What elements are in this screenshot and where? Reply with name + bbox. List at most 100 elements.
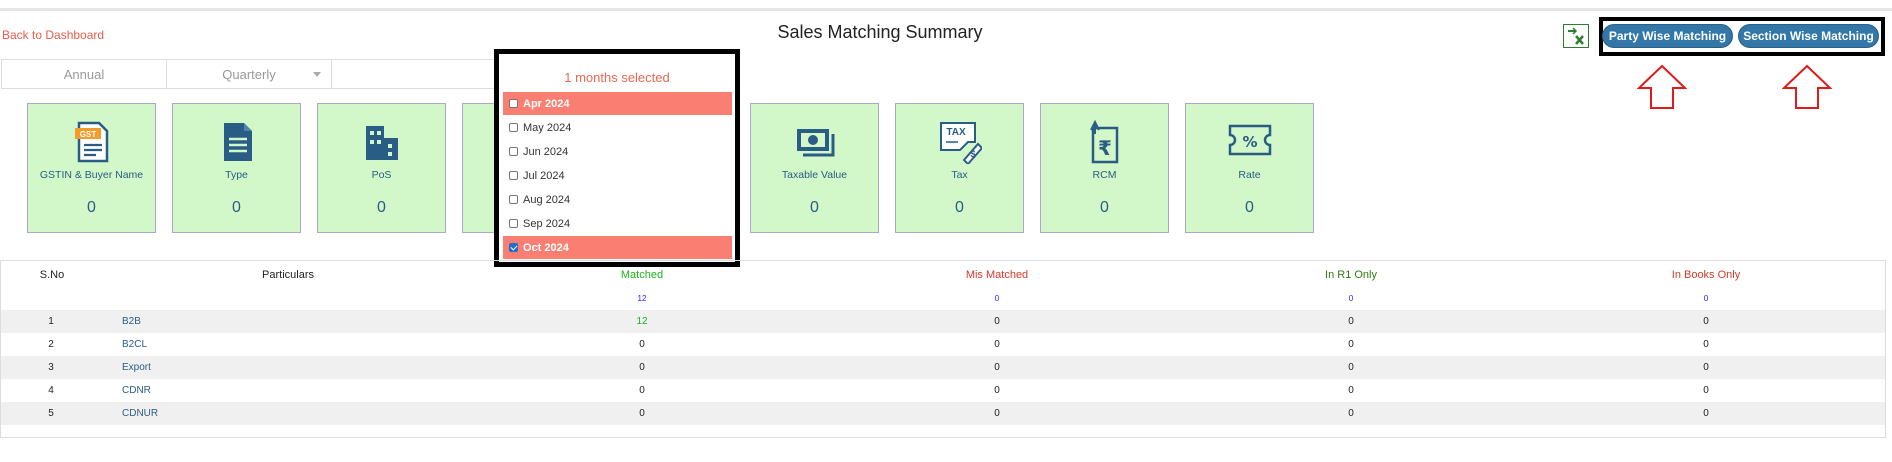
top-divider	[0, 8, 1892, 11]
card-label: Taxable Value	[781, 169, 848, 181]
cell-sno: 1	[48, 316, 54, 327]
cell-mismatched: 0	[994, 362, 1000, 373]
cell-matched[interactable]: 12	[636, 316, 647, 327]
card-rate[interactable]: % Rate 0	[1185, 103, 1314, 233]
month-picker-summary: 1 months selected	[564, 70, 670, 85]
section-wise-matching-button[interactable]: Section Wise Matching	[1738, 24, 1879, 48]
header-r1-only: In R1 Only	[1325, 269, 1377, 281]
month-option[interactable]: Apr 2024	[503, 92, 732, 115]
card-rcm[interactable]: ₹ RCM 0	[1040, 103, 1169, 233]
back-to-dashboard-link[interactable]: Back to Dashboard	[2, 28, 104, 42]
party-wise-matching-button[interactable]: Party Wise Matching	[1602, 24, 1733, 48]
month-option[interactable]: May 2024	[503, 116, 732, 139]
cell-particular-link[interactable]: B2B	[122, 316, 141, 327]
month-option-label: Jun 2024	[523, 145, 569, 158]
period-tabs: Annual Quarterly	[1, 59, 497, 89]
tab-quarterly-label: Quarterly	[222, 66, 276, 82]
cell-books-only: 0	[1703, 339, 1709, 350]
cell-particular-link[interactable]: CDNR	[122, 385, 151, 396]
cell-sno: 4	[48, 385, 54, 396]
card-label: Type	[225, 169, 248, 181]
cell-matched: 0	[639, 339, 645, 350]
month-option[interactable]: Jul 2024	[503, 164, 732, 187]
cell-mismatched: 0	[994, 385, 1000, 396]
excel-export-button[interactable]	[1563, 24, 1589, 48]
header-mismatched: Mis Matched	[965, 269, 1029, 281]
card-value: 0	[1100, 199, 1109, 216]
checkbox[interactable]	[509, 147, 518, 156]
card-pos[interactable]: PoS 0	[317, 103, 446, 233]
card-label: Rate	[1238, 169, 1261, 181]
card-label: RCM	[1092, 169, 1117, 181]
month-option[interactable]: Sep 2024	[503, 212, 732, 235]
arrow-up-icon	[1782, 64, 1832, 109]
card-gstin-buyer[interactable]: GST GSTIN & Buyer Name 0	[27, 103, 156, 233]
checkbox-checked[interactable]	[509, 243, 518, 252]
month-picker-dropdown[interactable]: 1 months selected Apr 2024 May 2024 Jun …	[494, 49, 740, 267]
checkbox[interactable]	[509, 195, 518, 204]
card-label: GSTIN & Buyer Name	[39, 169, 144, 181]
cell-r1-only: 0	[1348, 362, 1354, 373]
total-r1-only-link[interactable]: 0	[1349, 294, 1353, 303]
cell-sno: 5	[48, 408, 54, 419]
month-option[interactable]: Oct 2024	[503, 236, 732, 259]
cell-particular-link[interactable]: B2CL	[122, 339, 147, 350]
header-books-only: In Books Only	[1671, 269, 1741, 281]
card-label: PoS	[371, 169, 392, 181]
month-option-label: Aug 2024	[523, 193, 571, 206]
rupee-document-icon: ₹	[1090, 120, 1119, 164]
card-tax[interactable]: TAX $ Tax 0	[895, 103, 1024, 233]
tab-annual[interactable]: Annual	[2, 60, 167, 88]
table-row: 3 Export 0 0 0 0	[1, 356, 1885, 379]
building-icon	[366, 126, 398, 160]
cell-matched: 0	[639, 408, 645, 419]
tab-monthly[interactable]	[332, 60, 496, 88]
svg-text:₹: ₹	[1098, 136, 1112, 160]
cell-matched: 0	[639, 362, 645, 373]
month-option-label: Oct 2024	[523, 241, 569, 254]
svg-text:TAX: TAX	[946, 127, 966, 138]
table-row: 2 B2CL 0 0 0 0	[1, 333, 1885, 356]
cell-r1-only: 0	[1348, 339, 1354, 350]
checkbox[interactable]	[509, 99, 518, 108]
svg-text:GST: GST	[80, 130, 97, 139]
month-option[interactable]: Aug 2024	[503, 188, 732, 211]
checkbox[interactable]	[509, 219, 518, 228]
svg-text:%: %	[1242, 133, 1257, 151]
page-title: Sales Matching Summary	[777, 22, 983, 42]
month-option[interactable]: Jun 2024	[503, 140, 732, 163]
cell-sno: 3	[48, 362, 54, 373]
total-mismatched-link[interactable]: 0	[995, 294, 999, 303]
matching-summary-table: S.No Particulars Matched Mis Matched In …	[0, 260, 1886, 438]
header-sno: S.No	[39, 269, 65, 281]
cell-r1-only: 0	[1348, 408, 1354, 419]
tab-quarterly[interactable]: Quarterly	[167, 60, 332, 88]
chevron-down-icon	[313, 72, 321, 77]
cell-sno: 2	[48, 339, 54, 350]
card-label: Tax	[951, 169, 968, 181]
card-type[interactable]: Type 0	[172, 103, 301, 233]
month-option-label: May 2024	[523, 121, 572, 134]
checkbox[interactable]	[509, 171, 518, 180]
percent-ticket-icon: %	[1228, 124, 1272, 156]
gst-document-icon: GST	[75, 121, 109, 163]
cell-particular-link[interactable]: Export	[122, 362, 151, 373]
table-row: 5 CDNUR 0 0 0 0	[1, 402, 1885, 425]
excel-export-icon	[1568, 27, 1584, 45]
cell-books-only: 0	[1703, 385, 1709, 396]
card-value: 0	[810, 199, 819, 216]
total-books-only-link[interactable]: 0	[1704, 294, 1708, 303]
card-value: 0	[377, 199, 386, 216]
total-matched-link[interactable]: 12	[638, 294, 647, 303]
table-row: 4 CDNR 0 0 0 0	[1, 379, 1885, 402]
checkbox[interactable]	[509, 123, 518, 132]
table-row: 1 B2B 12 0 0 0	[1, 310, 1885, 333]
cell-particular-link[interactable]: CDNUR	[122, 408, 158, 419]
card-taxable-value[interactable]: Taxable Value 0	[750, 103, 879, 233]
cell-books-only: 0	[1703, 316, 1709, 327]
cell-books-only: 0	[1703, 408, 1709, 419]
card-value: 0	[1245, 199, 1254, 216]
svg-text:$: $	[970, 149, 975, 159]
cell-r1-only: 0	[1348, 316, 1354, 327]
header-matched: Matched	[620, 269, 664, 281]
